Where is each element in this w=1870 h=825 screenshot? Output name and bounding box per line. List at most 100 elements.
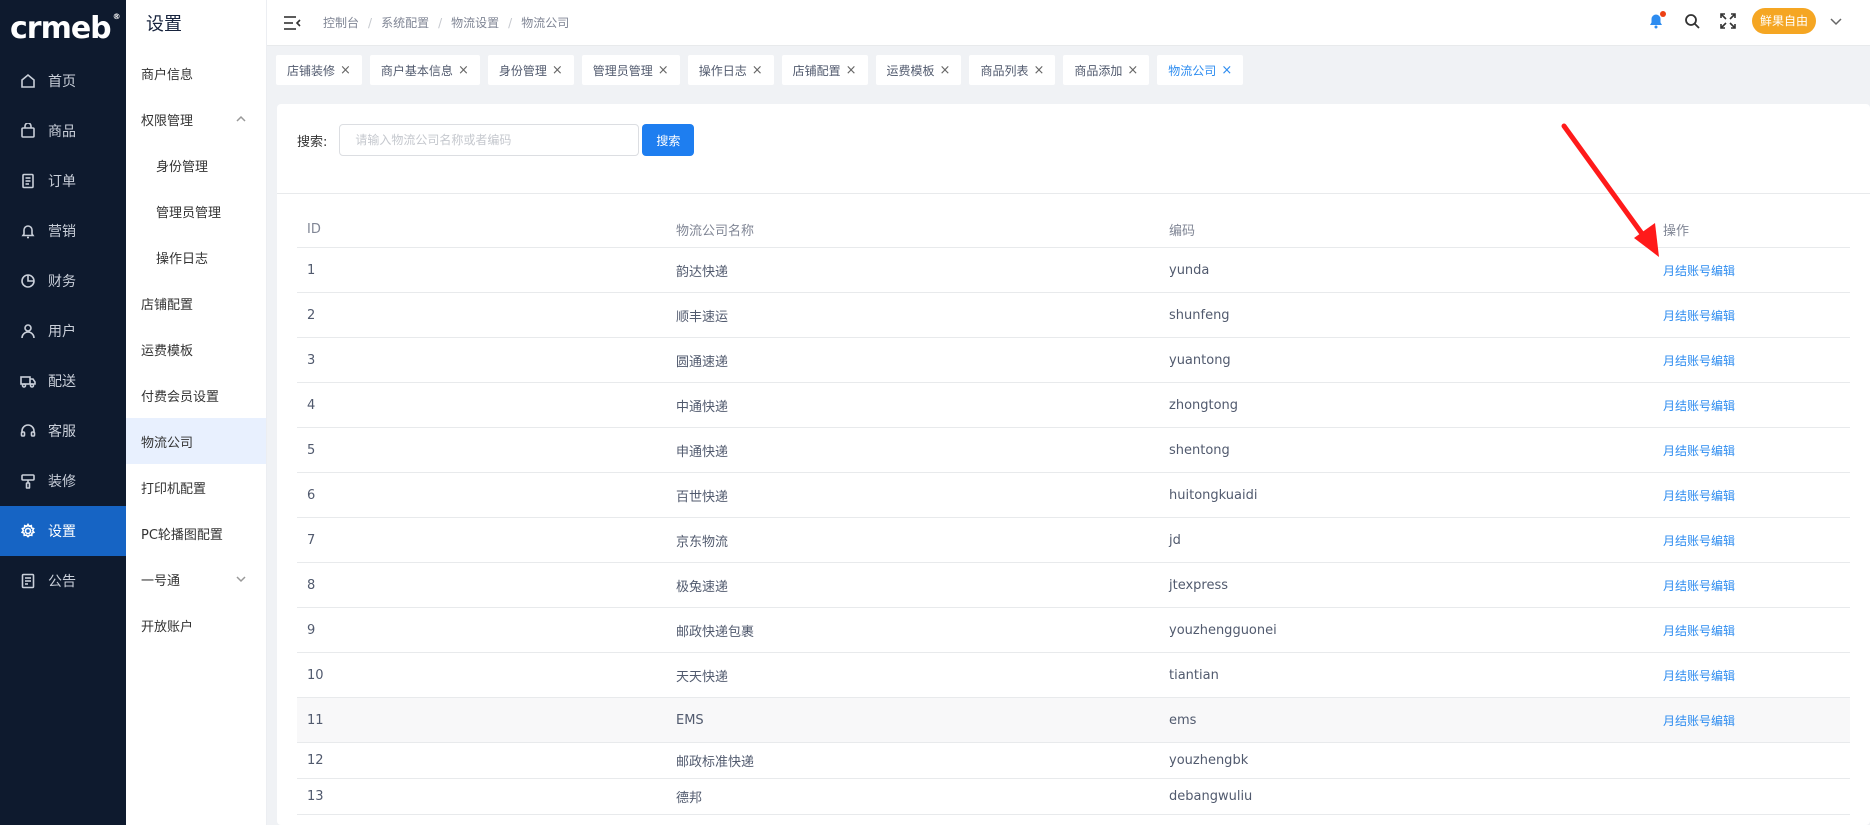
nav-item-customer-service[interactable]: 客服 bbox=[0, 406, 126, 456]
truck-icon bbox=[20, 376, 36, 388]
nav-item-announcements[interactable]: 公告 bbox=[0, 556, 126, 606]
edit-monthly-account-link[interactable]: 月结账号编辑 bbox=[1663, 714, 1735, 728]
cell-name: 邮政标准快递 bbox=[676, 755, 755, 770]
cell-code: huitongkuaidi bbox=[1169, 487, 1258, 503]
edit-monthly-account-link[interactable]: 月结账号编辑 bbox=[1663, 624, 1735, 638]
tag-product-add[interactable]: 商品添加 × bbox=[1063, 55, 1150, 85]
user-icon bbox=[21, 324, 35, 339]
cell-id: 1 bbox=[307, 262, 316, 278]
cell-action: 月结账号编辑 bbox=[1653, 622, 1850, 639]
nav-item-finance[interactable]: 财务 bbox=[0, 256, 126, 306]
fullscreen-icon[interactable] bbox=[1720, 13, 1736, 29]
submenu-item-roles[interactable]: 身份管理 bbox=[126, 142, 266, 188]
close-icon[interactable]: × bbox=[846, 63, 857, 78]
cell-action: 月结账号编辑 bbox=[1653, 262, 1850, 279]
submenu-item-permissions[interactable]: 权限管理 bbox=[126, 96, 266, 142]
nav-item-label: 营销 bbox=[48, 224, 76, 240]
tag-product-list[interactable]: 商品列表 × bbox=[969, 55, 1056, 85]
nav-item-home[interactable]: 首页 bbox=[0, 56, 126, 106]
breadcrumb-separator: / bbox=[438, 15, 443, 30]
nav-item-orders[interactable]: 订单 bbox=[0, 156, 126, 206]
search-form: 搜索: 搜索 bbox=[297, 124, 695, 156]
cell-name: 申通快递 bbox=[676, 444, 729, 460]
breadcrumb-item[interactable]: 控制台 bbox=[323, 14, 359, 31]
edit-monthly-account-link[interactable]: 月结账号编辑 bbox=[1663, 399, 1735, 413]
submenu-item-shipping-template[interactable]: 运费模板 bbox=[126, 326, 266, 372]
tag-admins[interactable]: 管理员管理 × bbox=[581, 55, 680, 85]
submenu-item-open-account[interactable]: 开放账户 bbox=[126, 602, 266, 648]
nav-item-products[interactable]: 商品 bbox=[0, 106, 126, 156]
submenu-item-paid-member[interactable]: 付费会员设置 bbox=[126, 372, 266, 418]
cell-id: 11 bbox=[307, 712, 324, 728]
close-icon[interactable]: × bbox=[1033, 63, 1044, 78]
cell-action: 月结账号编辑 bbox=[1653, 487, 1850, 504]
edit-monthly-account-link[interactable]: 月结账号编辑 bbox=[1663, 534, 1735, 548]
edit-monthly-account-link[interactable]: 月结账号编辑 bbox=[1663, 579, 1735, 593]
close-icon[interactable]: × bbox=[552, 63, 563, 78]
edit-monthly-account-link[interactable]: 月结账号编辑 bbox=[1663, 354, 1735, 368]
nav-item-settings[interactable]: 设置 bbox=[0, 506, 126, 556]
chevron-down-icon[interactable] bbox=[1830, 15, 1842, 27]
nav-item-label: 配送 bbox=[48, 374, 76, 390]
submenu-item-admins[interactable]: 管理员管理 bbox=[126, 188, 266, 234]
cell-name: 韵达快递 bbox=[676, 264, 729, 280]
tag-operation-log[interactable]: 操作日志 × bbox=[687, 55, 774, 85]
submenu-item-pc-carousel[interactable]: PC轮播图配置 bbox=[126, 510, 266, 556]
submenu-item-yihaotong[interactable]: 一号通 bbox=[126, 556, 266, 602]
close-icon[interactable]: × bbox=[340, 63, 351, 78]
submenu-item-printer-config[interactable]: 打印机配置 bbox=[126, 464, 266, 510]
edit-monthly-account-link[interactable]: 月结账号编辑 bbox=[1663, 489, 1735, 503]
submenu-item-logistics-company[interactable]: 物流公司 bbox=[126, 418, 266, 464]
tag-roles[interactable]: 身份管理 × bbox=[487, 55, 574, 85]
close-icon[interactable]: × bbox=[1127, 63, 1138, 78]
cell-code: youzhengbk bbox=[1169, 753, 1249, 768]
table-row: 2 顺丰速运 shunfeng 月结账号编辑 bbox=[297, 293, 1850, 338]
cell-id: 7 bbox=[307, 532, 316, 548]
tag-store-config[interactable]: 店铺配置 × bbox=[781, 55, 868, 85]
close-icon[interactable]: × bbox=[658, 63, 669, 78]
user-name-badge[interactable]: 鲜果自由 bbox=[1751, 8, 1816, 34]
column-header-name: 物流公司名称 bbox=[676, 224, 755, 239]
header-actions: 鲜果自由 bbox=[1628, 8, 1842, 34]
menu-fold-icon[interactable] bbox=[283, 14, 301, 32]
pie-icon bbox=[21, 274, 35, 288]
edit-monthly-account-link[interactable]: 月结账号编辑 bbox=[1663, 309, 1735, 323]
cell-name: 顺丰速运 bbox=[676, 309, 729, 325]
notification-bell-icon[interactable] bbox=[1648, 11, 1666, 29]
cell-id: 4 bbox=[307, 397, 316, 413]
edit-monthly-account-link[interactable]: 月结账号编辑 bbox=[1663, 669, 1735, 683]
table-row: 3 圆通速递 yuantong 月结账号编辑 bbox=[297, 338, 1850, 383]
close-icon[interactable]: × bbox=[940, 63, 951, 78]
cell-code: jd bbox=[1169, 532, 1181, 548]
tag-merchant-basic-info[interactable]: 商户基本信息 × bbox=[369, 55, 480, 85]
search-icon[interactable] bbox=[1684, 13, 1700, 29]
nav-item-users[interactable]: 用户 bbox=[0, 306, 126, 356]
submenu-item-store-config[interactable]: 店铺配置 bbox=[126, 280, 266, 326]
nav-item-delivery[interactable]: 配送 bbox=[0, 356, 126, 406]
nav-item-marketing[interactable]: 营销 bbox=[0, 206, 126, 256]
tag-logistics-company[interactable]: 物流公司 × bbox=[1157, 55, 1244, 85]
nav-item-label: 商品 bbox=[48, 124, 76, 140]
close-icon[interactable]: × bbox=[1221, 63, 1232, 78]
cell-id: 10 bbox=[307, 667, 324, 683]
search-input[interactable] bbox=[339, 124, 640, 156]
breadcrumb-item[interactable]: 系统配置 bbox=[381, 14, 429, 31]
edit-monthly-account-link[interactable]: 月结账号编辑 bbox=[1663, 264, 1735, 278]
main-sidebar: crmeb ® 首页商品订单营销财务 用户配送客服 装修 设置 公告 bbox=[0, 0, 126, 825]
submenu-item-operation-log[interactable]: 操作日志 bbox=[126, 234, 266, 280]
tag-shipping-template[interactable]: 运费模板 × bbox=[875, 55, 962, 85]
submenu-title: 设置 bbox=[146, 14, 182, 35]
logo: crmeb ® bbox=[0, 0, 126, 56]
tag-store-decoration[interactable]: 店铺装修 × bbox=[276, 55, 362, 85]
close-icon[interactable]: × bbox=[752, 63, 763, 78]
close-icon[interactable]: × bbox=[458, 63, 469, 78]
cell-name: 德邦 bbox=[676, 791, 703, 806]
table-row: 1 韵达快递 yunda 月结账号编辑 bbox=[297, 248, 1850, 293]
breadcrumb-item[interactable]: 物流设置 bbox=[451, 14, 499, 31]
nav-item-decoration[interactable]: 装修 bbox=[0, 456, 126, 506]
submenu-item-merchant-info[interactable]: 商户信息 bbox=[126, 50, 266, 96]
search-button[interactable]: 搜索 bbox=[642, 124, 695, 156]
cell-action: 月结账号编辑 bbox=[1653, 667, 1850, 684]
gear-icon bbox=[20, 523, 36, 538]
edit-monthly-account-link[interactable]: 月结账号编辑 bbox=[1663, 444, 1735, 458]
